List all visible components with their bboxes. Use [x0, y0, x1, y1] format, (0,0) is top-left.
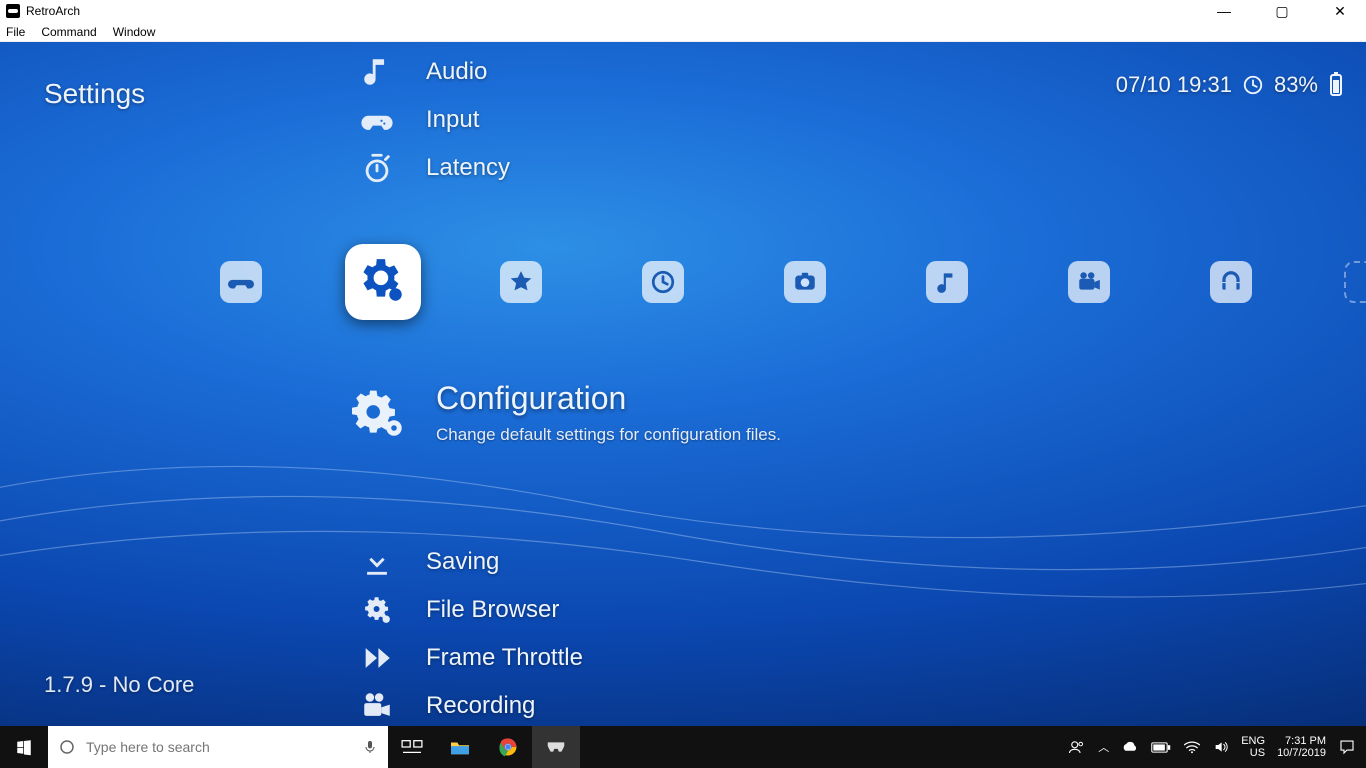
category-main-menu[interactable] — [220, 261, 262, 303]
tray-language[interactable]: ENG US — [1241, 735, 1265, 759]
settings-item-label: Input — [426, 106, 479, 134]
gear-small-icon — [360, 593, 394, 627]
settings-item-label: Audio — [426, 58, 487, 86]
tray-battery-icon[interactable] — [1151, 741, 1171, 754]
volume-icon[interactable] — [1213, 739, 1229, 755]
file-explorer-icon — [449, 738, 471, 756]
settings-item-frame-throttle[interactable]: Frame Throttle — [360, 634, 615, 682]
settings-item-audio[interactable]: Audio — [360, 48, 510, 96]
settings-item-saving[interactable]: Saving — [360, 538, 615, 586]
section-title: Settings — [44, 78, 145, 110]
clock-icon — [1242, 74, 1264, 96]
window-title: RetroArch — [26, 4, 80, 18]
cortana-icon — [58, 738, 76, 756]
settings-item-latency[interactable]: Latency — [360, 144, 510, 192]
main-menu-icon — [228, 269, 254, 295]
wifi-icon[interactable] — [1183, 740, 1201, 754]
settings-item-label: Saving — [426, 548, 499, 576]
window-minimize-button[interactable]: — — [1204, 3, 1244, 20]
taskbar-app-file-explorer[interactable] — [436, 726, 484, 768]
system-tray: ︿ ENG US 7:31 PM 10/7/2019 — [1058, 735, 1366, 759]
images-icon — [792, 269, 818, 295]
windows-logo-icon — [15, 738, 33, 756]
menu-window[interactable]: Window — [113, 25, 156, 39]
settings-item-file-browser[interactable]: File Browser — [360, 586, 615, 634]
settings-icon — [358, 257, 408, 307]
taskbar-search[interactable] — [48, 726, 388, 768]
status-top-right: 07/10 19:31 83% — [1116, 72, 1344, 98]
highlight-description: Change default settings for configuratio… — [436, 425, 781, 445]
retroarch-icon — [545, 740, 567, 754]
task-view-icon — [401, 738, 423, 756]
settings-item-label: File Browser — [426, 596, 559, 624]
category-settings[interactable] — [345, 244, 421, 320]
settings-item-recording[interactable]: Recording — [360, 682, 615, 726]
action-center-icon[interactable] — [1338, 738, 1356, 756]
download-icon — [360, 545, 394, 579]
settings-item-input[interactable]: Input — [360, 96, 510, 144]
gears-icon — [352, 386, 408, 442]
film-camera-icon — [360, 689, 394, 723]
settings-item-label: Frame Throttle — [426, 644, 583, 672]
category-favorites[interactable] — [500, 261, 542, 303]
category-images[interactable] — [784, 261, 826, 303]
window-titlebar: RetroArch — ▢ ✕ — [0, 0, 1366, 22]
taskbar-app-retroarch[interactable] — [532, 726, 580, 768]
favorites-icon — [508, 269, 534, 295]
category-bar — [0, 232, 1366, 332]
start-button[interactable] — [0, 726, 48, 768]
window-maximize-button[interactable]: ▢ — [1262, 3, 1302, 20]
tray-clock[interactable]: 7:31 PM 10/7/2019 — [1277, 735, 1326, 759]
window-menubar: File Command Window — [0, 22, 1366, 42]
settings-item-configuration[interactable]: Configuration Change default settings fo… — [352, 380, 781, 445]
retroarch-app-icon — [6, 4, 20, 18]
settings-item-label: Latency — [426, 154, 510, 182]
category-netplay[interactable] — [1210, 261, 1252, 303]
music-icon — [934, 269, 960, 295]
videos-icon — [1076, 269, 1102, 295]
highlight-title: Configuration — [436, 380, 781, 417]
menu-command[interactable]: Command — [41, 25, 96, 39]
tray-chevron-up-icon[interactable]: ︿ — [1098, 739, 1109, 755]
datetime-text: 07/10 19:31 — [1116, 72, 1232, 98]
gamepad-icon — [360, 103, 394, 137]
category-music[interactable] — [926, 261, 968, 303]
background-wave — [0, 412, 1366, 632]
history-icon — [650, 269, 676, 295]
settings-list-above: Audio Input Latency — [360, 48, 510, 192]
people-icon[interactable] — [1068, 738, 1086, 756]
music-note-icon — [360, 55, 394, 89]
microphone-icon[interactable] — [362, 737, 378, 757]
chrome-icon — [498, 737, 518, 757]
version-text: 1.7.9 - No Core — [44, 672, 194, 698]
taskbar-app-chrome[interactable] — [484, 726, 532, 768]
battery-icon — [1328, 72, 1344, 98]
task-view-button[interactable] — [388, 726, 436, 768]
retroarch-xmb: Settings 07/10 19:31 83% Audio Input Lat… — [0, 42, 1366, 726]
windows-taskbar: ︿ ENG US 7:31 PM 10/7/2019 — [0, 726, 1366, 768]
category-add[interactable] — [1344, 261, 1366, 303]
onedrive-icon[interactable] — [1121, 740, 1139, 754]
menu-file[interactable]: File — [6, 25, 25, 39]
search-input[interactable] — [86, 739, 352, 755]
window-close-button[interactable]: ✕ — [1320, 3, 1360, 20]
category-videos[interactable] — [1068, 261, 1110, 303]
netplay-icon — [1218, 269, 1244, 295]
category-history[interactable] — [642, 261, 684, 303]
fast-forward-icon — [360, 641, 394, 675]
stopwatch-icon — [360, 151, 394, 185]
settings-item-label: Recording — [426, 692, 535, 720]
battery-pct: 83% — [1274, 72, 1318, 98]
settings-list-below: Saving File Browser Frame Throttle Recor… — [360, 538, 615, 726]
